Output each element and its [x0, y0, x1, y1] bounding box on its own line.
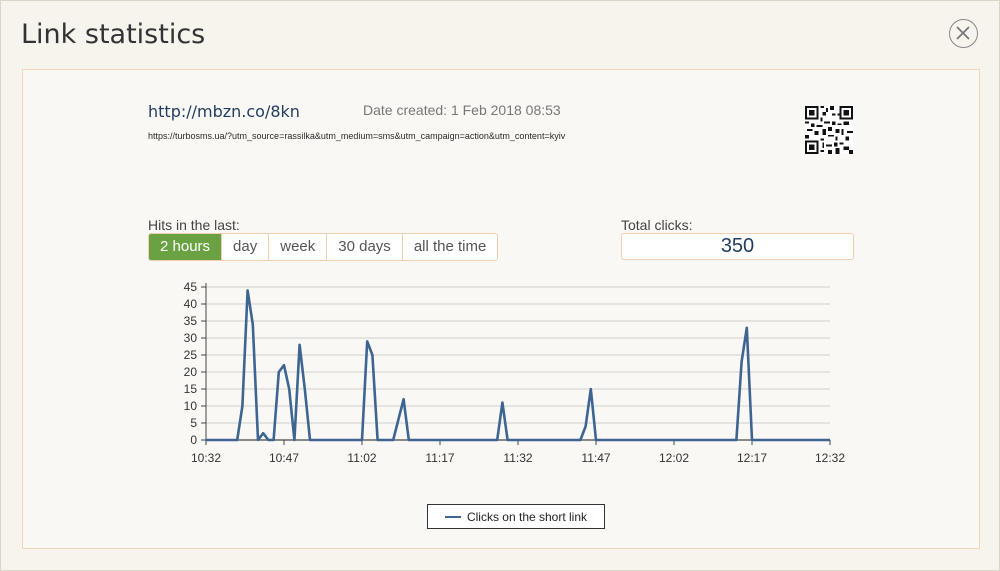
x-tick-label: 10:32	[191, 451, 221, 465]
range-all-time-button[interactable]: all the time	[403, 234, 498, 260]
range-day-button[interactable]: day	[222, 234, 270, 260]
qr-code-icon	[805, 106, 853, 154]
y-tick-label: 45	[184, 280, 198, 294]
chart-legend: Clicks on the short link	[427, 504, 605, 529]
y-tick-label: 35	[184, 314, 198, 328]
y-tick-label: 40	[184, 297, 198, 311]
date-created: Date created: 1 Feb 2018 08:53	[363, 102, 561, 118]
x-tick-label: 11:32	[503, 451, 532, 465]
x-tick-label: 12:02	[659, 451, 689, 465]
close-button[interactable]	[949, 19, 978, 48]
x-tick-label: 11:47	[581, 451, 610, 465]
range-week-button[interactable]: week	[269, 234, 328, 260]
total-clicks-value: 350	[621, 233, 854, 260]
y-tick-label: 25	[184, 348, 198, 362]
clicks-chart: 0 5 10 15 20 25 30 35 40 45 10:32 10:47 11:02 11:17 11…	[184, 280, 846, 465]
y-tick-label: 20	[184, 365, 198, 379]
range-2-hours-button[interactable]: 2 hours	[149, 234, 223, 260]
y-tick-label: 0	[190, 433, 197, 447]
x-tick-label: 11:17	[425, 451, 454, 465]
x-tick-label: 11:02	[347, 451, 376, 465]
modal-title: Link statistics	[21, 19, 206, 50]
y-tick-label: 10	[184, 399, 198, 413]
x-tick-label: 10:47	[269, 451, 299, 465]
x-tick-label: 12:17	[737, 451, 767, 465]
stats-panel: http://mbzn.co/8kn Date created: 1 Feb 2…	[22, 69, 980, 549]
hits-label: Hits in the last:	[148, 217, 240, 233]
legend-label: Clicks on the short link	[466, 509, 588, 524]
close-icon	[956, 26, 970, 40]
series-line	[206, 289, 830, 442]
legend-swatch	[444, 515, 461, 518]
long-url: https://turbosms.ua/?utm_source=rassilka…	[148, 131, 566, 141]
y-tick-label: 15	[184, 382, 198, 396]
y-tick-label: 5	[190, 416, 197, 430]
time-range-selector: 2 hours day week 30 days all the time	[148, 233, 499, 261]
x-tick-label: 12:32	[815, 451, 845, 465]
total-clicks-label: Total clicks:	[621, 217, 693, 233]
y-tick-label: 30	[184, 331, 198, 345]
short-link[interactable]: http://mbzn.co/8kn	[148, 102, 300, 121]
range-30-days-button[interactable]: 30 days	[327, 234, 403, 260]
